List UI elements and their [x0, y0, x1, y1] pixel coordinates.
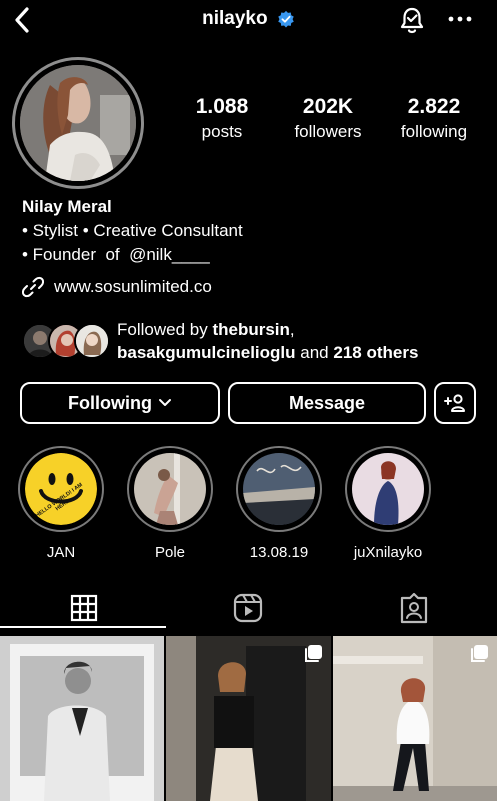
link-text: www.sosunlimited.co — [54, 277, 212, 296]
avatar-photo — [20, 65, 136, 181]
grid-icon[interactable] — [68, 592, 100, 624]
stat-following[interactable]: 2.822 following — [379, 95, 489, 143]
highlight-juxnilayko[interactable]: juXnilayko — [345, 446, 431, 561]
followed-user-2: basakgumulcinelioglu — [117, 343, 296, 362]
highlight-label: JAN — [46, 544, 76, 561]
suggest-people-button[interactable] — [434, 382, 476, 424]
highlight-ring — [127, 446, 213, 532]
highlight-label: 13.08.19 — [249, 544, 309, 561]
highlight-cover — [352, 453, 424, 525]
avatar-image — [20, 65, 136, 181]
followers-label: followers — [294, 122, 362, 141]
verified-badge-icon — [278, 10, 294, 28]
followed-prefix: Followed by — [117, 320, 213, 339]
highlight-ring — [236, 446, 322, 532]
profile-bio: Nilay Meral • Stylist • Creative Consult… — [22, 195, 482, 267]
highlight-13-08-19[interactable]: 13.08.19 — [236, 446, 322, 561]
link-icon — [22, 276, 44, 298]
following-label: following — [400, 122, 468, 141]
follower-avatar-3 — [74, 323, 110, 359]
stat-posts[interactable]: 1.088 posts — [167, 95, 277, 143]
profile-tabs — [0, 588, 497, 628]
highlight-pole[interactable]: Pole — [127, 446, 213, 561]
following-button[interactable]: Following — [20, 382, 220, 424]
bio-line-1: • Stylist • Creative Consultant — [22, 221, 243, 240]
reels-icon[interactable] — [232, 592, 264, 624]
followed-user-1: thebursin — [212, 320, 290, 339]
multiple-posts-icon — [471, 645, 488, 662]
tagged-icon[interactable] — [398, 592, 430, 624]
multiple-posts-icon — [305, 645, 322, 662]
chevron-down-icon — [158, 399, 171, 406]
following-button-label: Following — [68, 392, 152, 413]
following-count: 2.822 — [407, 95, 461, 118]
username-text: nilayko — [202, 8, 268, 29]
followed-others: 218 others — [333, 343, 419, 362]
active-tab-indicator — [0, 626, 166, 628]
bio-line-2: • Founder of @nilk____ — [22, 245, 210, 264]
followed-mid: and — [295, 343, 334, 362]
highlight-cover — [243, 453, 315, 525]
highlight-cover: HELLO WORLD! I AM HERE — [25, 453, 97, 525]
add-person-icon — [444, 394, 465, 412]
posts-label: posts — [201, 122, 243, 141]
notification-bell-icon[interactable] — [398, 6, 426, 36]
posts-count: 1.088 — [195, 95, 249, 118]
post-thumbnail[interactable] — [333, 636, 497, 801]
more-horizontal-icon[interactable] — [448, 12, 472, 26]
followed-by-text: Followed by thebursin, basakgumulcinelio… — [117, 318, 487, 364]
highlight-ring — [345, 446, 431, 532]
highlight-label: Pole — [154, 544, 186, 561]
followed-sep: , — [289, 320, 295, 339]
post-thumbnail[interactable] — [166, 636, 331, 801]
highlight-cover — [134, 453, 206, 525]
message-button[interactable]: Message — [228, 382, 426, 424]
stat-followers[interactable]: 202K followers — [273, 95, 383, 143]
highlight-jan[interactable]: HELLO WORLD! I AM HERE JAN — [18, 446, 104, 561]
top-bar: nilayko — [0, 0, 497, 44]
profile-name: Nilay Meral — [22, 197, 112, 216]
post-grid — [0, 636, 497, 801]
post-thumbnail[interactable] — [0, 636, 164, 801]
highlight-label: juXnilayko — [353, 544, 423, 561]
message-button-label: Message — [288, 392, 366, 413]
followers-count: 202K — [302, 95, 354, 118]
highlight-ring: HELLO WORLD! I AM HERE — [18, 446, 104, 532]
bio-link[interactable]: www.sosunlimited.co — [22, 276, 212, 298]
profile-avatar[interactable] — [12, 57, 144, 189]
